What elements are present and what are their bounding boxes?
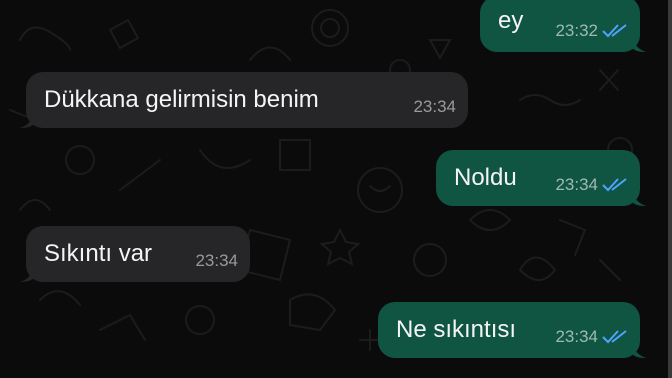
message-bubble-incoming[interactable]: Dükkana gelirmisin benim 23:34 [20, 72, 468, 128]
double-check-read-icon [602, 330, 627, 344]
message-bubble-outgoing[interactable]: ey 23:32 [480, 0, 646, 52]
message-bubble-outgoing[interactable]: Ne sıkıntısı 23:34 [378, 302, 646, 358]
message-text: Dükkana gelirmisin benim [44, 86, 319, 113]
message-text: Ne sıkıntısı [396, 316, 517, 343]
message-time: 23:34 [555, 175, 598, 194]
bubble-tail [20, 266, 34, 282]
bubble-tail [632, 36, 646, 52]
double-check-read-icon [602, 178, 627, 192]
bubble-tail [632, 190, 646, 206]
message-time: 23:34 [413, 97, 456, 116]
message-time: 23:32 [555, 21, 598, 40]
message-text: ey [498, 7, 524, 34]
scroll-edge [668, 0, 672, 378]
message-time: 23:34 [555, 327, 598, 346]
bubble-tail [20, 112, 34, 128]
bubble-tail [632, 342, 646, 358]
message-text: Noldu [454, 164, 517, 191]
double-check-read-icon [602, 24, 627, 38]
message-time: 23:34 [195, 251, 238, 270]
message-text: Sıkıntı var [44, 240, 153, 267]
message-bubble-incoming[interactable]: Sıkıntı var 23:34 [20, 226, 250, 282]
message-bubble-outgoing[interactable]: Noldu 23:34 [436, 150, 646, 206]
